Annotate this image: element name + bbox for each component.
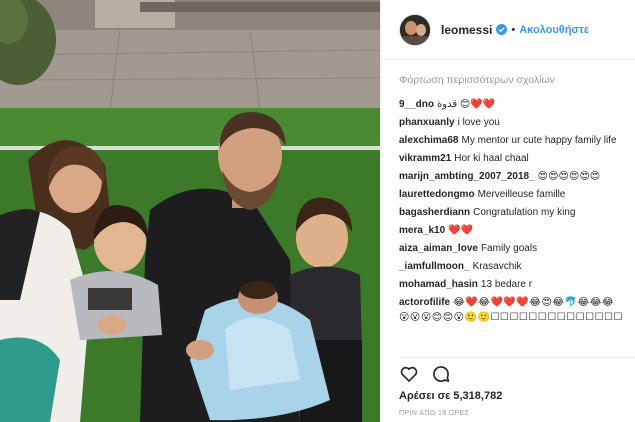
comment-item: alexchima68 My mentor ur cute happy famil… <box>399 134 625 149</box>
comment-text: 😍😍😍😍😍😍 <box>537 171 601 182</box>
comment-text: My mentor ur cute happy family life <box>461 135 617 146</box>
comment-item: vikramm21 Hor ki haal chaal <box>399 152 625 167</box>
comment-text: 13 bedare r <box>480 279 533 290</box>
comment-text: Family goals <box>480 243 538 254</box>
post-header: leomessi • Ακολουθήστε <box>381 0 635 60</box>
comment-username[interactable]: _iamfullmoon_ <box>399 261 470 272</box>
comment-item: laurettedongmo Merveilleuse famille <box>399 188 625 203</box>
comment-text: Hor ki haal chaal <box>454 153 529 164</box>
separator-dot: • <box>511 23 516 36</box>
post-sidebar: leomessi • Ακολουθήστε Φόρτωση περισσότε… <box>380 0 635 422</box>
comment-text: ❤️❤️ <box>448 225 474 236</box>
instagram-post: leomessi • Ακολουθήστε Φόρτωση περισσότε… <box>0 0 635 422</box>
comment-text: i love you <box>457 117 500 128</box>
comment-text: Congratulation my king <box>473 207 576 218</box>
likes-count[interactable]: Αρέσει σε 5,318,782 <box>399 390 502 402</box>
comment-item: actorofilife 😂❤️😂❤️❤️❤️😂😍😂🐬😂😂😂😮😮😮😊😊😮🙂🙂☐☐☐… <box>399 296 625 326</box>
avatar[interactable] <box>399 13 431 46</box>
verified-badge-icon <box>496 24 508 35</box>
comment-username[interactable]: phanxuanly <box>399 117 455 128</box>
comment-username[interactable]: actorofilife <box>399 297 450 308</box>
comment-username[interactable]: marijn_ambting_2007_2018_ <box>399 171 535 182</box>
comment-item: 9__dno قدوة 😊❤️❤️ <box>399 98 625 113</box>
follow-button[interactable]: Ακολουθήστε <box>519 24 589 36</box>
comments-list: Φόρτωση περισσότερων σχολίων 9__dno قدوة … <box>381 60 635 326</box>
avatar-image <box>400 14 430 45</box>
family-photo-illustration <box>0 0 380 422</box>
comment-username[interactable]: bagasherdiann <box>399 207 470 218</box>
comment-username[interactable]: alexchima68 <box>399 135 459 146</box>
comment-username[interactable]: aiza_aiman_love <box>399 243 478 254</box>
comment-item: aiza_aiman_love Family goals <box>399 242 625 257</box>
comment-username[interactable]: mera_k10 <box>399 225 445 236</box>
username-link[interactable]: leomessi <box>441 23 492 37</box>
heart-icon[interactable] <box>399 364 419 384</box>
comment-username[interactable]: 9__dno <box>399 99 434 110</box>
comment-item: mera_k10 ❤️❤️ <box>399 224 625 239</box>
comment-bubble-icon[interactable] <box>431 364 451 384</box>
comment-item: mohamad_hasin 13 bedare r <box>399 278 625 293</box>
comment-text: Merveilleuse famille <box>477 189 566 200</box>
post-timestamp: ΠΡΙΝ ΑΠΟ 18 ΩΡΕΣ <box>399 410 470 417</box>
comment-item: bagasherdiann Congratulation my king <box>399 206 625 221</box>
comment-text: قدوة 😊❤️❤️ <box>437 99 496 110</box>
comment-username[interactable]: mohamad_hasin <box>399 279 478 290</box>
post-photo[interactable] <box>0 0 380 422</box>
comment-text: Krasavchik <box>472 261 522 272</box>
action-bar <box>399 364 463 384</box>
comment-item: _iamfullmoon_ Krasavchik <box>399 260 625 275</box>
comment-item: phanxuanly i love you <box>399 116 625 131</box>
comment-username[interactable]: laurettedongmo <box>399 189 475 200</box>
comment-username[interactable]: vikramm21 <box>399 153 451 164</box>
comment-item: marijn_ambting_2007_2018_ 😍😍😍😍😍😍 <box>399 170 625 185</box>
divider <box>399 357 635 358</box>
load-more-comments-link[interactable]: Φόρτωση περισσότερων σχολίων <box>399 74 625 86</box>
